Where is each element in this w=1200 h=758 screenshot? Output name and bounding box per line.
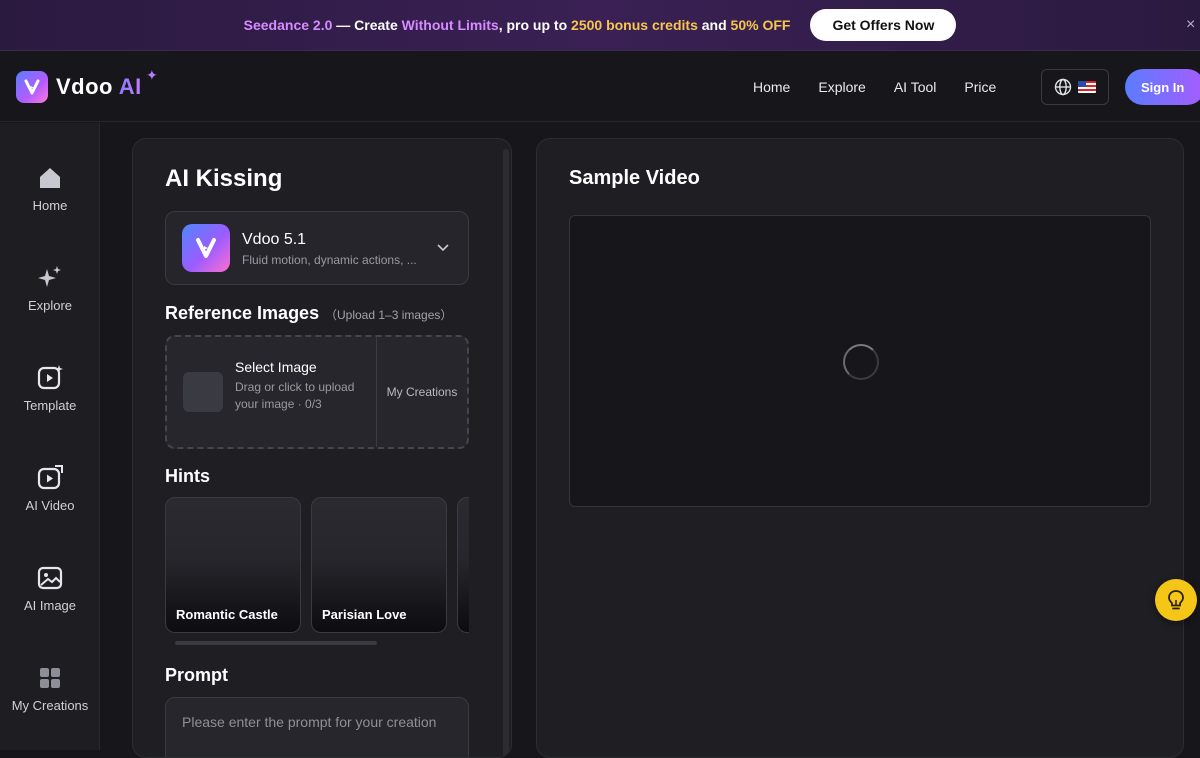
tool-settings-panel: AI Kissing Vdoo 5.1 Fluid motion, dynami… <box>132 138 512 758</box>
us-flag-icon <box>1078 81 1096 93</box>
upload-description: Drag or click to upload your image · 0/3 <box>235 380 355 411</box>
sidebar-item-ai-video[interactable]: AI Video <box>0 448 100 528</box>
promo-text-segment: and <box>697 17 731 33</box>
get-offers-button[interactable]: Get Offers Now <box>810 9 957 41</box>
sidebar-item-label: Home <box>32 197 68 213</box>
logo-main: Vdoo <box>56 74 119 99</box>
nav-home[interactable]: Home <box>753 79 790 95</box>
model-logo-icon <box>182 224 230 272</box>
logo[interactable]: Vdoo AI ✦ <box>16 67 158 103</box>
logo-ai: AI <box>118 74 142 99</box>
upload-title: Select Image <box>235 359 317 375</box>
sidebar-item-label: AI Video <box>25 497 75 513</box>
hint-label: Parisian Love <box>322 607 407 622</box>
model-name: Vdoo 5.1 <box>242 231 307 248</box>
logo-icon <box>16 71 48 103</box>
sidebar-item-explore[interactable]: Explore <box>0 248 100 328</box>
promo-text-segment: — Create <box>332 17 402 33</box>
home-icon <box>36 164 64 192</box>
sidebar-item-label: Template <box>23 397 77 413</box>
prompt-input[interactable]: Please enter the prompt for your creatio… <box>165 697 469 757</box>
sample-video-title: Sample Video <box>569 167 700 189</box>
sidebar-item-my-creations[interactable]: My Creations <box>0 648 100 728</box>
sidebar-item-label: AI Image <box>23 597 77 613</box>
sidebar-item-template[interactable]: Template <box>0 348 100 428</box>
globe-icon <box>1054 78 1072 96</box>
hints-scrollbar[interactable] <box>175 641 377 645</box>
hint-card[interactable]: Parisian Love <box>311 497 447 633</box>
video-player[interactable] <box>569 215 1151 507</box>
reference-images-title: Reference Images <box>165 303 320 323</box>
my-creations-button[interactable]: My Creations <box>377 337 467 447</box>
hints-carousel: Romantic Castle Parisian Love <box>165 497 469 633</box>
image-icon <box>36 564 64 592</box>
nav-ai-tool[interactable]: AI Tool <box>894 79 937 95</box>
sidebar-item-label: Explore <box>27 297 73 313</box>
sparkle-icon: ✦ <box>146 67 158 83</box>
promo-banner: Seedance 2.0 — Create Without Limits, pr… <box>0 0 1200 51</box>
promo-discount: 50% OFF <box>730 17 791 33</box>
hint-card[interactable] <box>457 497 469 633</box>
panel-scrollbar[interactable] <box>503 149 509 757</box>
grid-icon <box>36 664 64 692</box>
promo-product: Seedance 2.0 <box>243 17 333 33</box>
nav-explore[interactable]: Explore <box>818 79 865 95</box>
reference-images-note: （Upload 1–3 images） <box>325 308 453 322</box>
sparkle-icon <box>36 264 64 292</box>
promo-text-segment: , pro up to <box>498 17 572 33</box>
upload-placeholder-icon <box>183 372 223 412</box>
lightbulb-icon <box>1168 590 1184 610</box>
hints-title: Hints <box>165 466 210 486</box>
sample-video-panel: Sample Video <box>536 138 1184 758</box>
page-title: AI Kissing <box>165 165 283 192</box>
top-header: Vdoo AI ✦ Home Explore AI Tool Price Sig… <box>0 52 1200 122</box>
logo-text: Vdoo AI <box>56 74 142 100</box>
loading-spinner-icon <box>843 344 879 380</box>
model-description: Fluid motion, dynamic actions, ... <box>242 253 417 267</box>
language-selector[interactable] <box>1041 69 1109 105</box>
hint-card[interactable]: Romantic Castle <box>165 497 301 633</box>
sidebar-item-label: My Creations <box>11 697 89 713</box>
promo-highlight: Without Limits <box>401 17 499 33</box>
tips-button[interactable] <box>1155 579 1197 621</box>
sign-in-button[interactable]: Sign In <box>1125 69 1200 105</box>
template-icon <box>36 364 64 392</box>
hint-label: Romantic Castle <box>176 607 278 622</box>
nav-price[interactable]: Price <box>964 79 996 95</box>
sidebar-item-home[interactable]: Home <box>0 148 100 228</box>
image-upload-dropzone[interactable]: Select Image Drag or click to upload you… <box>165 335 469 449</box>
promo-text: Seedance 2.0 — Create Without Limits, pr… <box>244 17 791 33</box>
video-icon <box>36 464 64 492</box>
main-nav: Home Explore AI Tool Price <box>753 52 996 122</box>
model-selector[interactable]: Vdoo 5.1 Fluid motion, dynamic actions, … <box>165 211 469 285</box>
sidebar-item-ai-image[interactable]: AI Image <box>0 548 100 628</box>
prompt-title: Prompt <box>165 665 228 685</box>
sidebar: Home Explore Template AI Video AI Image … <box>0 123 100 750</box>
close-icon[interactable]: × <box>1186 16 1200 34</box>
chevron-down-icon <box>437 244 449 252</box>
promo-credits: 2500 bonus credits <box>571 17 698 33</box>
